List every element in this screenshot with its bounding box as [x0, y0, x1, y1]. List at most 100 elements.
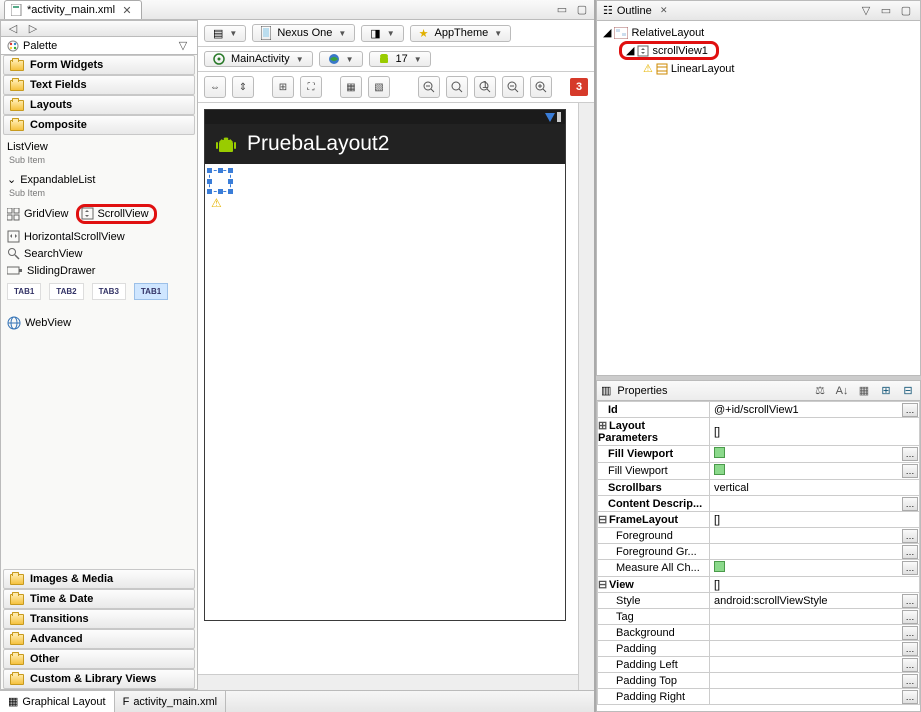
maximize-icon[interactable]: ▢: [574, 2, 590, 18]
tab-xml-source[interactable]: F activity_main.xml: [115, 691, 226, 712]
property-more-button[interactable]: …: [902, 642, 918, 656]
activity-combo[interactable]: MainActivity▼: [204, 51, 313, 67]
property-more-button[interactable]: …: [902, 464, 918, 478]
layout-content[interactable]: ⚠: [205, 164, 565, 620]
property-row[interactable]: Id@+id/scrollView1…: [598, 402, 920, 418]
config-combo[interactable]: ▤▼: [204, 25, 246, 42]
property-row[interactable]: Padding Left…: [598, 657, 920, 673]
arrow-left-icon[interactable]: ◁: [5, 21, 21, 37]
api-combo[interactable]: 17▼: [369, 51, 431, 67]
property-row[interactable]: ⊟FrameLayout[]: [598, 512, 920, 528]
minimize-icon[interactable]: ▭: [554, 2, 570, 18]
property-row[interactable]: Fill Viewport…: [598, 463, 920, 480]
palette-menu-icon[interactable]: ▽: [175, 38, 191, 54]
theme-combo[interactable]: ★ AppTheme▼: [410, 25, 512, 42]
property-more-button[interactable]: …: [902, 594, 918, 608]
drawer-text-fields[interactable]: Text Fields: [3, 75, 195, 95]
property-more-button[interactable]: …: [902, 403, 918, 417]
tree-node-relativelayout[interactable]: ◢ RelativeLayout: [603, 25, 914, 40]
property-more-button[interactable]: …: [902, 658, 918, 672]
palette-item-scrollview[interactable]: ScrollView: [76, 204, 156, 224]
toggle-height-icon[interactable]: ⇕: [232, 76, 254, 98]
property-row[interactable]: ⊟View[]: [598, 577, 920, 593]
property-row[interactable]: Styleandroid:scrollViewStyle…: [598, 593, 920, 609]
canvas-wrap[interactable]: PruebaLayout2 ⚠: [198, 103, 594, 690]
zoom-fit-icon[interactable]: [502, 76, 524, 98]
property-row[interactable]: Scrollbarsvertical: [598, 480, 920, 496]
property-more-button[interactable]: …: [902, 610, 918, 624]
view-menu-icon[interactable]: ▽: [858, 3, 874, 19]
property-more-button[interactable]: …: [902, 447, 918, 461]
zoom-100-icon[interactable]: 1: [474, 76, 496, 98]
drawer-images-media[interactable]: Images & Media: [3, 569, 195, 589]
align2-icon[interactable]: ▧: [368, 76, 390, 98]
property-row[interactable]: Tag…: [598, 609, 920, 625]
collapse-icon[interactable]: ◢: [603, 26, 611, 39]
property-row[interactable]: Padding…: [598, 641, 920, 657]
close-icon[interactable]: ✕: [656, 3, 672, 19]
grid-icon[interactable]: ⊞: [272, 76, 294, 98]
property-row[interactable]: Foreground Gr...…: [598, 544, 920, 560]
tab-graphical-layout[interactable]: ▦ Graphical Layout: [0, 691, 115, 712]
toggle-width-icon[interactable]: ⇔: [204, 76, 226, 98]
property-more-button[interactable]: …: [902, 626, 918, 640]
drawer-composite[interactable]: Composite: [3, 115, 195, 135]
property-more-button[interactable]: …: [902, 690, 918, 704]
property-row[interactable]: Content Descrip...…: [598, 496, 920, 512]
drawer-advanced[interactable]: Advanced: [3, 629, 195, 649]
filter-icon[interactable]: ⚖: [812, 383, 828, 399]
palette-item-gridview[interactable]: GridView: [7, 206, 68, 223]
palette-item-webview[interactable]: WebView: [7, 314, 191, 332]
locale-combo[interactable]: ▼: [319, 51, 363, 67]
vertical-scrollbar[interactable]: [578, 103, 594, 690]
property-more-button[interactable]: …: [902, 545, 918, 559]
expand-all-icon[interactable]: ⊞: [878, 383, 894, 399]
drawer-other[interactable]: Other: [3, 649, 195, 669]
palette-item-hscrollview[interactable]: HorizontalScrollView: [7, 228, 191, 245]
palette-item-listview[interactable]: ListView: [7, 139, 191, 155]
collapse-all-icon[interactable]: ⊟: [900, 383, 916, 399]
drawer-form-widgets[interactable]: Form Widgets: [3, 55, 195, 75]
drawer-custom-library[interactable]: Custom & Library Views: [3, 669, 195, 689]
tree-node-linearlayout[interactable]: ⚠ LinearLayout: [643, 61, 914, 76]
property-row[interactable]: ⊞Layout Parameters[]: [598, 418, 920, 446]
device-combo[interactable]: Nexus One▼: [252, 24, 355, 42]
sort-icon[interactable]: A↓: [834, 383, 850, 399]
lint-badge[interactable]: 3: [570, 78, 588, 96]
palette-item-expandablelist[interactable]: ⌄ ExpandableList: [7, 171, 191, 188]
drawer-transitions[interactable]: Transitions: [3, 609, 195, 629]
property-row[interactable]: Measure All Ch...…: [598, 560, 920, 577]
device-frame[interactable]: PruebaLayout2 ⚠: [204, 109, 566, 621]
property-more-button[interactable]: …: [902, 561, 918, 575]
property-more-button[interactable]: …: [902, 497, 918, 511]
collapse-icon[interactable]: ◢: [626, 44, 634, 57]
palette-tabhost[interactable]: TAB1 TAB2 TAB3 TAB1: [7, 283, 191, 300]
tree-node-scrollview1[interactable]: ◢ scrollView1: [619, 40, 914, 61]
editor-tab-activity-main[interactable]: *activity_main.xml ✕: [4, 0, 142, 19]
expand-icon[interactable]: ⛶: [300, 76, 322, 98]
horizontal-scrollbar[interactable]: [198, 674, 578, 690]
palette-item-slidingdrawer[interactable]: SlidingDrawer: [7, 262, 191, 279]
property-more-button[interactable]: …: [902, 674, 918, 688]
property-row[interactable]: Background…: [598, 625, 920, 641]
property-row[interactable]: Fill Viewport…: [598, 446, 920, 463]
arrow-right-icon[interactable]: ▷: [25, 21, 41, 37]
property-row[interactable]: Padding Right…: [598, 689, 920, 705]
property-more-button[interactable]: …: [902, 529, 918, 543]
properties-grid[interactable]: Id@+id/scrollView1…⊞Layout Parameters[]F…: [597, 401, 920, 711]
zoom-out-icon[interactable]: [418, 76, 440, 98]
drawer-time-date[interactable]: Time & Date: [3, 589, 195, 609]
maximize-icon[interactable]: ▢: [898, 3, 914, 19]
align-icon[interactable]: ▦: [340, 76, 362, 98]
show-advanced-icon[interactable]: ▦: [856, 383, 872, 399]
close-tab-icon[interactable]: ✕: [119, 2, 135, 18]
minimize-icon[interactable]: ▭: [878, 3, 894, 19]
selected-scrollview-widget[interactable]: [209, 170, 231, 192]
zoom-reset-icon[interactable]: [446, 76, 468, 98]
property-row[interactable]: Foreground…: [598, 528, 920, 544]
property-row[interactable]: Padding Top…: [598, 673, 920, 689]
zoom-in-icon[interactable]: [530, 76, 552, 98]
palette-item-searchview[interactable]: SearchView: [7, 245, 191, 262]
drawer-layouts[interactable]: Layouts: [3, 95, 195, 115]
orientation-combo[interactable]: ◨▼: [361, 25, 403, 42]
